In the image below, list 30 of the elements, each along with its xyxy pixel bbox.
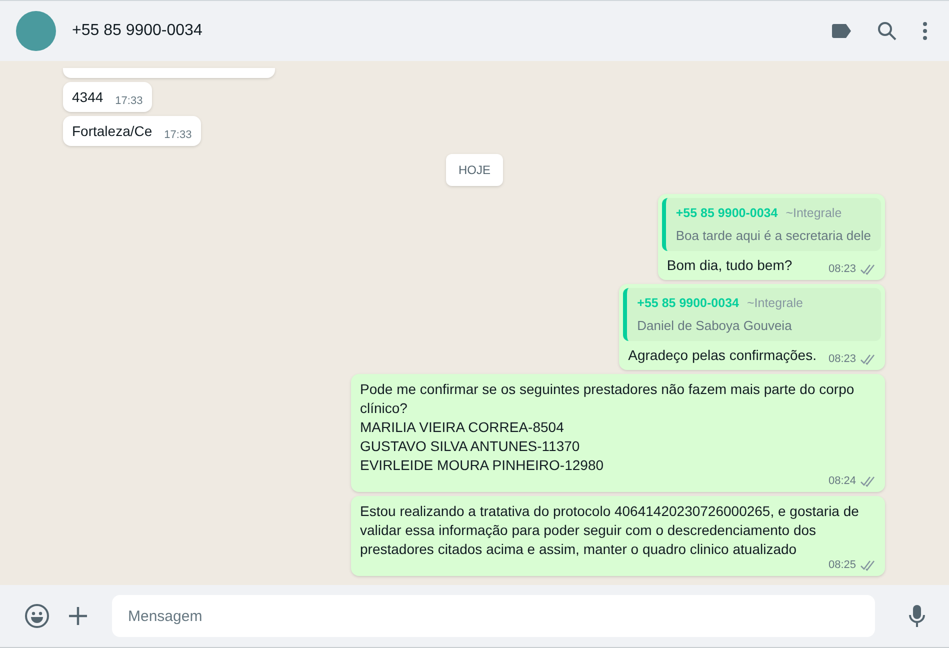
- message-text: Bom dia, tudo bem?: [666, 256, 792, 275]
- quoted-message[interactable]: +55 85 9900-0034 ~Integrale Daniel de Saboya Gouveia: [623, 288, 881, 341]
- message-time: 08:23: [828, 353, 856, 366]
- avatar-logo[interactable]: [16, 11, 56, 51]
- message-time: 17:33: [164, 129, 192, 142]
- message-time: 08:23: [828, 263, 856, 276]
- quote-alias: ~Integrale: [786, 205, 842, 222]
- date-label: HOJE: [446, 154, 502, 186]
- quote-text: Daniel de Saboya Gouveia: [637, 317, 793, 335]
- emoji-icon[interactable]: [24, 603, 50, 629]
- message-input[interactable]: Mensagem: [112, 595, 875, 637]
- menu-icon[interactable]: [923, 22, 927, 40]
- contact-name[interactable]: +55 85 9900-0034: [72, 19, 202, 43]
- search-icon[interactable]: [877, 21, 897, 41]
- message-time: 17:33: [115, 95, 143, 108]
- label-icon[interactable]: [831, 24, 851, 38]
- message-time: 08:24: [828, 475, 856, 488]
- quote-author: +55 85 9900-0034: [637, 295, 739, 312]
- message-time: 08:25: [828, 559, 856, 572]
- quote-author: +55 85 9900-0034: [676, 205, 778, 222]
- message-text: Fortaleza/Ce: [72, 122, 152, 141]
- quote-text: Boa tarde aqui é a secretaria dele: [676, 227, 871, 245]
- microphone-icon[interactable]: [909, 604, 925, 628]
- message-text: Pode me confirmar se os seguintes prestadores não fazem mais parte do corpo clínico? MARILIA VIEIRA CORREA-8504 GUSTAVO SILVA ANTUNES-11370 EVIRLEIDE MOURA PINHEIRO-12980: [360, 380, 856, 475]
- quote-alias: ~Integrale: [746, 295, 803, 312]
- message-text: Agradeço pelas confirmações.: [628, 346, 816, 365]
- message-text: 4344: [72, 88, 104, 107]
- plus-icon[interactable]: [68, 606, 88, 626]
- quoted-message[interactable]: +55 85 9900-0034 ~Integrale Boa tarde aqui é a secretaria dele: [662, 198, 881, 251]
- message-text: Estou realizando a tratativa do protocolo 40641420230726000265, e gostaria de validar essa informação para poder seguir com o descredenciamento dos prestadores citados acima e assim, manter o quadro clinico atualizado: [360, 502, 860, 559]
